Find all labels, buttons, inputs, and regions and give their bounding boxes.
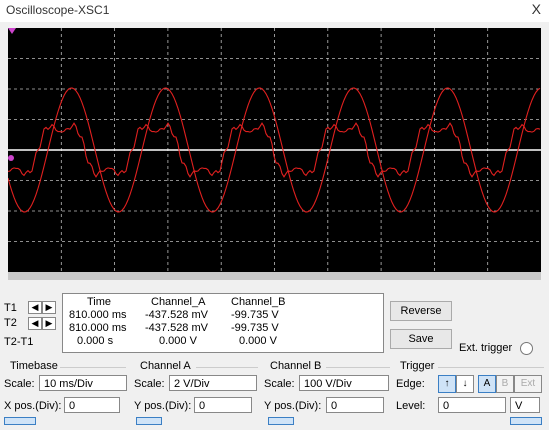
readout-t2-channel-a: -437.528 mV [145, 322, 208, 334]
readout-header-channel-b: Channel_B [231, 296, 286, 308]
window-title: Oscilloscope-XSC1 [6, 3, 110, 17]
channel-b-scale-field[interactable]: 100 V/Div [299, 375, 389, 391]
channel-a-ypos-label: Y pos.(Div): [134, 400, 192, 412]
channel-a-title: Channel A [140, 360, 191, 372]
trigger-level-label: Level: [396, 400, 426, 412]
title-bar: Oscilloscope-XSC1 X [0, 0, 549, 22]
channel-b-divider [326, 367, 390, 368]
trigger-source-b-button[interactable]: B [496, 375, 514, 393]
trigger-title: Trigger [400, 360, 435, 372]
t1-label: T1 [4, 302, 17, 314]
close-button[interactable]: X [532, 1, 541, 17]
channel-a-scale-field[interactable]: 2 V/Div [169, 375, 257, 391]
timebase-scale-label: Scale: [4, 378, 35, 390]
t2-right-arrow-icon[interactable]: ▶ [42, 317, 56, 330]
cursor-readout-table: Time Channel_A Channel_B 810.000 ms -437… [62, 293, 384, 353]
save-button[interactable]: Save [390, 329, 452, 349]
readout-header-channel-a: Channel_A [151, 296, 206, 308]
trigger-level-field[interactable]: 0 [438, 397, 506, 413]
oscilloscope-screen[interactable] [8, 28, 541, 272]
trigger-divider [438, 367, 544, 368]
channel-a-divider [196, 367, 258, 368]
t2-t1-label: T2-T1 [4, 336, 34, 348]
channel-b-mode-button[interactable] [268, 417, 294, 425]
readout-t1-channel-a: -437.528 mV [145, 309, 208, 321]
trigger-mode-button[interactable] [510, 417, 542, 425]
t1-left-arrow-icon[interactable]: ◀ [28, 301, 42, 314]
falling-edge-icon[interactable]: ↓ [456, 375, 474, 393]
timebase-xpos-field[interactable]: 0 [64, 397, 120, 413]
trigger-source-ext-button[interactable]: Ext [514, 375, 542, 393]
timebase-scale-field[interactable]: 10 ms/Div [39, 375, 127, 391]
channel-b-ypos-field[interactable]: 0 [326, 397, 384, 413]
channel-a-ypos-field[interactable]: 0 [194, 397, 252, 413]
ext-trigger-label: Ext. trigger [459, 342, 513, 354]
cursor-controls: T1 ◀ ▶ T2 ◀ ▶ T2-T1 [4, 296, 60, 350]
trigger-edge-label: Edge: [396, 378, 425, 390]
scope-display [8, 28, 541, 272]
trigger-marker-icon [8, 28, 16, 34]
t2-label: T2 [4, 317, 17, 329]
timebase-divider [60, 367, 126, 368]
readout-t2-channel-b: -99.735 V [231, 322, 279, 334]
channel-b-title: Channel B [270, 360, 322, 372]
horizontal-scrollbar[interactable] [8, 272, 541, 280]
readout-diff-channel-b: 0.000 V [239, 335, 277, 347]
readout-t1-time: 810.000 ms [69, 309, 127, 321]
timebase-mode-button[interactable] [4, 417, 36, 425]
t2-left-arrow-icon[interactable]: ◀ [28, 317, 42, 330]
timebase-title: Timebase [10, 360, 58, 372]
readout-header-time: Time [87, 296, 112, 308]
readout-t1-channel-b: -99.735 V [231, 309, 279, 321]
timebase-xpos-label: X pos.(Div): [4, 400, 62, 412]
channel-b-scale-label: Scale: [264, 378, 295, 390]
rising-edge-icon[interactable]: ↑ [438, 375, 456, 393]
trigger-level-unit-field[interactable]: V [510, 397, 540, 413]
reverse-button[interactable]: Reverse [390, 301, 452, 321]
ext-trigger-radio[interactable] [520, 342, 533, 355]
readout-diff-time: 0.000 s [77, 335, 114, 347]
channel-a-scale-label: Scale: [134, 378, 165, 390]
channel-b-ypos-label: Y pos.(Div): [264, 400, 322, 412]
channel-a-mode-button[interactable] [136, 417, 162, 425]
t1-right-arrow-icon[interactable]: ▶ [42, 301, 56, 314]
readout-diff-channel-a: 0.000 V [159, 335, 197, 347]
trigger-source-a-button[interactable]: A [478, 375, 496, 393]
readout-t2-time: 810.000 ms [69, 322, 127, 334]
channel-position-marker-icon [8, 155, 14, 161]
